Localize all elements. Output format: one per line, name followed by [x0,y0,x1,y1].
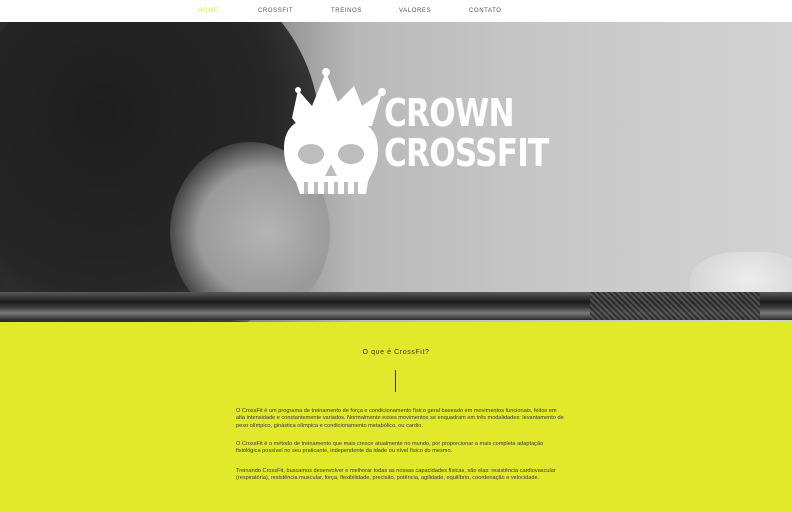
section-title: O que é CrossFit? [362,349,430,356]
top-nav: HOME CROSSFIT TREINOS VALORES CONTATO [0,0,792,22]
divider-line [395,370,396,392]
nav-item-home[interactable]: HOME [198,8,218,14]
nav-item-crossfit[interactable]: CROSSFIT [258,8,293,14]
brand-name-line2: CROSSFIT [384,131,549,175]
paragraph: O CrossFit é o método de treinamento que… [236,441,544,455]
hero-banner: CROWN CROSSFIT [0,22,792,322]
nav-item-valores[interactable]: VALORES [399,8,431,14]
about-section: O que é CrossFit? O CrossFit é um progra… [0,322,792,511]
paragraph: Treinando CrossFit, buscamos desenvolver… [236,468,556,482]
nav-item-treinos[interactable]: TREINOS [331,8,362,14]
paragraph: O CrossFit é um programa de treinamento … [236,408,564,429]
hero-photo-barbell-grip [590,292,760,320]
brand-name-line1: CROWN [384,91,515,135]
nav-item-contato[interactable]: CONTATO [469,8,502,14]
